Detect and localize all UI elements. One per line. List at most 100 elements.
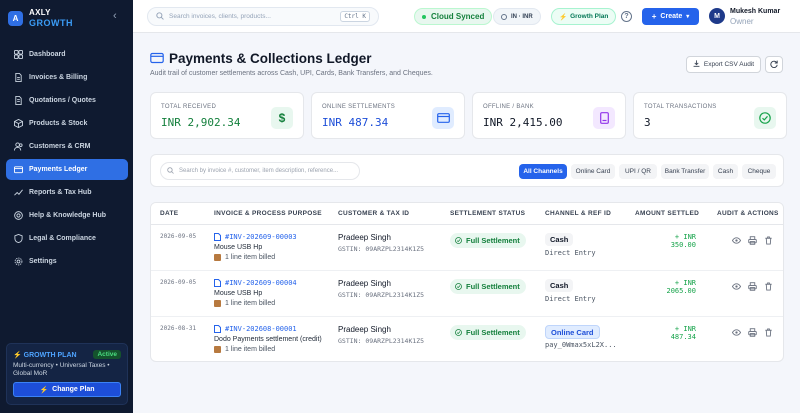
row-date: 2026-09-05 — [160, 279, 197, 286]
sidebar-item-help[interactable]: Help & Knowledge Hub — [6, 205, 128, 226]
printer-icon[interactable] — [748, 236, 757, 245]
sidebar: A AXLY GROWTH ‹ Dashboard Invoices & Bil… — [0, 0, 133, 413]
line-items: 1 line item billed — [214, 254, 275, 261]
customer-gstin: GSTIN: 09ARZPL2314K1Z5 — [338, 291, 425, 299]
global-search-input[interactable]: Search invoices, clients, products... Ct… — [147, 7, 379, 26]
trash-icon[interactable] — [764, 328, 773, 337]
card-icon — [150, 51, 164, 65]
sidebar-item-label: Settings — [29, 258, 57, 265]
search-icon — [167, 166, 174, 176]
stat-card-offline-bank: OFFLINE / BANK INR 2,415.00 — [472, 92, 626, 139]
table-header: DATE INVOICE & PROCESS PURPOSE CUSTOMER … — [151, 203, 783, 225]
channel-badge: Cash — [545, 233, 574, 246]
row-actions — [732, 328, 780, 337]
chip-all-channels[interactable]: All Channels — [519, 164, 567, 179]
package-icon — [214, 300, 221, 307]
invoice-description: Mouse USB Hp — [214, 244, 263, 251]
plan-badge[interactable]: ⚡ Growth Plan — [551, 8, 617, 25]
customer-gstin: GSTIN: 09ARZPL2314K1Z5 — [338, 337, 425, 345]
chip-cash[interactable]: Cash — [713, 164, 738, 179]
stat-label: OFFLINE / BANK — [483, 104, 534, 110]
column-header[interactable]: AMOUNT SETTLED — [635, 210, 699, 217]
row-actions — [732, 236, 780, 245]
customer-name: Pradeep Singh — [338, 233, 391, 242]
column-header[interactable]: INVOICE & PROCESS PURPOSE — [214, 210, 322, 217]
eye-icon[interactable] — [732, 328, 741, 337]
plus-icon: + — [651, 12, 657, 21]
sidebar-item-label: Products & Stock — [29, 120, 88, 127]
reference-id: Direct Entry — [545, 295, 596, 303]
sidebar-item-legal[interactable]: Legal & Compliance — [6, 228, 128, 249]
invoice-icon — [14, 73, 23, 82]
change-plan-button[interactable]: ⚡ Change Plan — [13, 382, 121, 397]
sidebar-item-quotations[interactable]: Quotations / Quotes — [6, 90, 128, 111]
sidebar-item-reports[interactable]: Reports & Tax Hub — [6, 182, 128, 203]
sidebar-item-invoices[interactable]: Invoices & Billing — [6, 67, 128, 88]
table-row: 2026-08-31 #INV-202608-00001 Dodo Paymen… — [151, 317, 783, 361]
export-csv-button[interactable]: Export CSV Audit — [686, 56, 761, 73]
page-title: Payments & Collections Ledger — [169, 51, 372, 66]
sidebar-item-customers[interactable]: Customers & CRM — [6, 136, 128, 157]
eye-icon[interactable] — [732, 282, 741, 291]
printer-icon[interactable] — [748, 328, 757, 337]
chip-bank-transfer[interactable]: Bank Transfer — [661, 164, 709, 179]
region-selector[interactable]: IN · INR — [493, 8, 541, 25]
sidebar-item-settings[interactable]: Settings — [6, 251, 128, 272]
chip-cheque[interactable]: Cheque — [742, 164, 776, 179]
table-row: 2026-09-05 #INV-202609-00004 Mouse USB H… — [151, 271, 783, 317]
sidebar-item-label: Customers & CRM — [29, 143, 91, 150]
trash-icon[interactable] — [764, 236, 773, 245]
package-icon — [214, 254, 221, 261]
globe-icon — [501, 13, 507, 20]
column-header[interactable]: CUSTOMER & TAX ID — [338, 210, 409, 217]
sidebar-item-label: Legal & Compliance — [29, 235, 96, 242]
create-button[interactable]: + Create ▾ — [642, 8, 699, 25]
chip-upi-qr[interactable]: UPI / QR — [619, 164, 657, 179]
amount-settled: + INR 2065.00 — [666, 279, 696, 295]
table-row: 2026-09-05 #INV-202609-00003 Mouse USB H… — [151, 225, 783, 271]
reference-id: Direct Entry — [545, 249, 596, 257]
trash-icon[interactable] — [764, 282, 773, 291]
sidebar-item-products[interactable]: Products & Stock — [6, 113, 128, 134]
refresh-button[interactable] — [765, 56, 783, 73]
column-header[interactable]: DATE — [160, 210, 178, 217]
reference-id: pay_0Wmax5xL2X... — [545, 341, 617, 349]
column-header[interactable]: AUDIT & ACTIONS — [717, 210, 779, 217]
column-header[interactable]: SETTLEMENT STATUS — [450, 210, 525, 217]
customer-name: Pradeep Singh — [338, 325, 391, 334]
package-icon — [214, 346, 221, 353]
ledger-search-input[interactable]: Search by invoice #, customer, item desc… — [160, 162, 360, 180]
status-dot-icon — [422, 14, 426, 19]
sidebar-item-dashboard[interactable]: Dashboard — [6, 44, 128, 65]
check-circle-icon — [455, 237, 462, 244]
eye-icon[interactable] — [732, 236, 741, 245]
invoice-description: Dodo Payments settlement (credit) — [214, 336, 322, 343]
user-role: Owner — [730, 17, 754, 26]
lightning-icon: ⚡ — [39, 386, 49, 394]
box-icon — [14, 119, 23, 128]
collapse-sidebar-icon[interactable]: ‹ — [113, 10, 117, 22]
invoice-link[interactable]: #INV-202608-00001 — [214, 325, 297, 333]
plan-card: ⚡ GROWTH PLAN Active Multi-currency • Un… — [6, 343, 128, 405]
help-button[interactable]: ? — [621, 11, 632, 22]
stat-label: TOTAL RECEIVED — [161, 104, 217, 110]
stat-card-total-received: TOTAL RECEIVED INR 2,902.34 $ — [150, 92, 304, 139]
chip-online-card[interactable]: Online Card — [571, 164, 615, 179]
stat-value: INR 487.34 — [322, 116, 389, 129]
column-header[interactable]: CHANNEL & REF ID — [545, 210, 611, 217]
avatar[interactable]: M — [709, 8, 725, 24]
invoice-link[interactable]: #INV-202609-00004 — [214, 279, 297, 287]
logo: A — [8, 10, 23, 26]
invoice-link[interactable]: #INV-202609-00003 — [214, 233, 297, 241]
amount-settled: + INR 487.34 — [670, 325, 696, 341]
document-icon — [214, 325, 221, 333]
sidebar-item-label: Dashboard — [29, 51, 66, 58]
printer-icon[interactable] — [748, 282, 757, 291]
refresh-icon — [770, 60, 778, 70]
sidebar-item-payments-ledger[interactable]: Payments Ledger — [6, 159, 128, 180]
help-icon — [14, 211, 23, 220]
brand[interactable]: A AXLY GROWTH — [8, 7, 73, 29]
plan-description: Multi-currency • Universal Taxes • Globa… — [13, 362, 110, 377]
sidebar-item-label: Quotations / Quotes — [29, 97, 96, 104]
stat-label: ONLINE SETTLEMENTS — [322, 104, 396, 110]
